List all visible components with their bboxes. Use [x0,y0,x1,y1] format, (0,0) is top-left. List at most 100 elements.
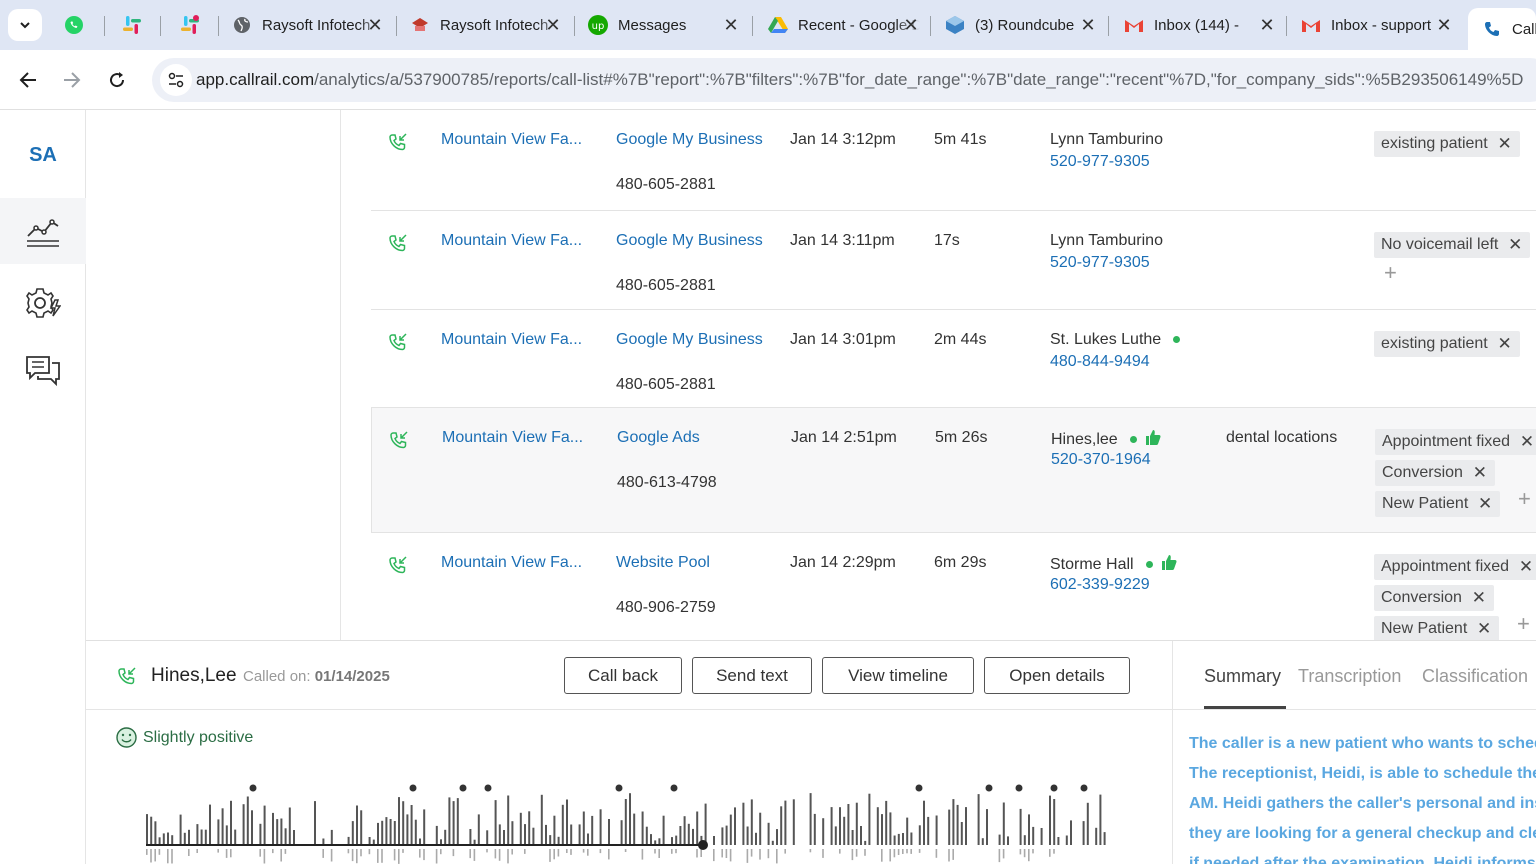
remove-tag-icon[interactable]: ✕ [1477,616,1491,640]
sidebar-item-settings[interactable] [0,270,86,336]
remove-tag-icon[interactable]: ✕ [1508,232,1522,258]
reload-icon [110,72,125,88]
company-link[interactable]: Mountain View Fa... [441,331,582,349]
call-detail-header: Hines,Lee Called on: 01/14/2025 Call bac… [86,641,1172,710]
company-link[interactable]: Mountain View Fa... [441,232,582,250]
remove-tag-icon[interactable]: ✕ [1497,131,1511,157]
address-bar[interactable]: app.callrail.com/analytics/a/537900785/r… [152,58,1536,102]
tab-gmail-1[interactable]: Inbox (144) - ✕ [1124,8,1276,42]
site-info-button[interactable] [160,64,192,96]
call-audio-waveform[interactable] [141,781,1116,864]
online-status-dot [1145,561,1153,569]
remove-tag-icon[interactable]: ✕ [1497,331,1511,357]
sidebar-item-conversations[interactable] [0,338,86,404]
caller-phone-link[interactable]: 602-339-9229 [1050,576,1150,594]
tab-summary[interactable]: Summary [1204,666,1281,687]
close-icon[interactable]: ✕ [1079,16,1097,34]
call-tag: New Patient ✕ [1375,491,1501,517]
table-row[interactable]: Mountain View Fa... Google My Business 480… [371,211,1536,310]
tab-raysoft-1[interactable]: Raysoft Infotech ✕ [232,8,384,42]
tab-google-drive[interactable]: Recent - Google Drive ✕ [768,8,920,42]
tab-slack-1[interactable] [122,8,144,42]
online-status-dot [1129,436,1137,444]
caller-name: Hines,lee [1051,429,1161,449]
whatsapp-icon [64,15,84,35]
caller-phone-link[interactable]: 520-977-9305 [1050,254,1150,272]
analytics-icon [27,219,59,247]
roundcube-icon [945,15,965,35]
tab-messages[interactable]: up Messages ✕ [588,8,740,42]
add-tag-icon[interactable]: + [1518,486,1531,512]
tracking-number: 480-613-4798 [617,474,717,491]
source-link[interactable]: Google Ads [617,429,700,447]
caller-name: Storme Hall [1050,554,1177,574]
close-icon[interactable]: ✕ [544,16,562,34]
remove-tag-icon[interactable]: ✕ [1472,585,1486,611]
source-link[interactable]: Google My Business [616,232,763,250]
tab-classification[interactable]: Classification [1422,666,1528,687]
source-link[interactable]: Google My Business [616,131,763,149]
company-link[interactable]: Mountain View Fa... [441,554,582,572]
table-row[interactable]: Mountain View Fa... Google My Business 480… [371,110,1536,211]
caller-phone-link[interactable]: 520-370-1964 [1051,451,1151,469]
tracking-number: 480-605-2881 [616,376,716,393]
remove-tag-icon[interactable]: ✕ [1519,554,1533,580]
table-row[interactable]: Mountain View Fa... Google Ads 480-613-479… [371,408,1536,533]
forward-button[interactable] [58,66,86,94]
remove-tag-icon[interactable]: ✕ [1520,429,1534,455]
caller-phone-link[interactable]: 520-977-9305 [1050,153,1150,171]
back-button[interactable] [14,66,42,94]
gmail-icon [1301,15,1321,35]
company-link[interactable]: Mountain View Fa... [441,131,582,149]
call-duration: 2m 44s [934,331,987,348]
call-duration: 17s [934,232,960,249]
close-icon[interactable]: ✕ [902,16,920,34]
thumbs-up-icon [1145,430,1161,445]
add-tag-icon[interactable]: + [1384,260,1397,286]
app-sidebar: SA [0,110,86,864]
tab-search-button[interactable] [8,9,42,41]
reload-button[interactable] [103,66,131,94]
view-timeline-button[interactable]: View timeline [822,657,974,694]
browser-tab-strip: Raysoft Infotech ✕ Raysoft Infotech ✕ up… [0,0,1536,50]
tab-whatsapp[interactable] [64,8,86,42]
tab-raysoft-2[interactable]: Raysoft Infotech ✕ [410,8,562,42]
caller-phone-link[interactable]: 480-844-9494 [1050,353,1150,371]
tab-roundcube[interactable]: (3) Roundcube ✕ [945,8,1097,42]
close-icon[interactable]: ✕ [722,16,740,34]
call-back-button[interactable]: Call back [564,657,682,694]
add-tag-icon[interactable]: + [1517,611,1530,637]
remove-tag-icon[interactable]: ✕ [1473,460,1487,486]
table-row[interactable]: Mountain View Fa... Website Pool 480-906-2… [371,533,1536,640]
open-details-button[interactable]: Open details [984,657,1130,694]
keyword: dental locations [1226,429,1338,446]
tab-slack-2[interactable] [180,8,202,42]
close-icon[interactable]: ✕ [366,16,384,34]
tracking-number: 480-605-2881 [616,176,716,193]
call-tag: New Patient ✕ [1374,616,1500,640]
tracking-number: 480-906-2759 [616,599,716,616]
close-icon[interactable]: ✕ [1435,16,1453,34]
raysoft-icon [410,15,430,35]
online-status-dot [1173,336,1181,344]
remove-tag-icon[interactable]: ✕ [1478,491,1492,517]
call-duration: 5m 41s [934,131,987,148]
caller-name: St. Lukes Luthe [1050,331,1181,349]
call-tag: No voicemail left ✕ [1374,232,1531,258]
source-link[interactable]: Google My Business [616,331,763,349]
google-drive-icon [768,15,788,35]
tab-call-active[interactable]: Call [1468,8,1536,50]
sidebar-item-analytics[interactable] [0,198,86,264]
tab-transcription[interactable]: Transcription [1298,666,1401,687]
source-link[interactable]: Website Pool [616,554,710,572]
table-row[interactable]: Mountain View Fa... Google My Business 480… [371,310,1536,408]
arrow-left-icon [19,72,36,88]
caller-name: Lynn Tamburino [1050,232,1163,249]
close-icon[interactable]: ✕ [1258,16,1276,34]
called-on: Called on: 01/14/2025 [243,668,390,685]
send-text-button[interactable]: Send text [692,657,812,694]
tab-gmail-2[interactable]: Inbox - support ✕ [1301,8,1453,42]
slack-icon [180,15,200,35]
account-logo[interactable]: SA [0,144,86,167]
company-link[interactable]: Mountain View Fa... [442,429,583,447]
